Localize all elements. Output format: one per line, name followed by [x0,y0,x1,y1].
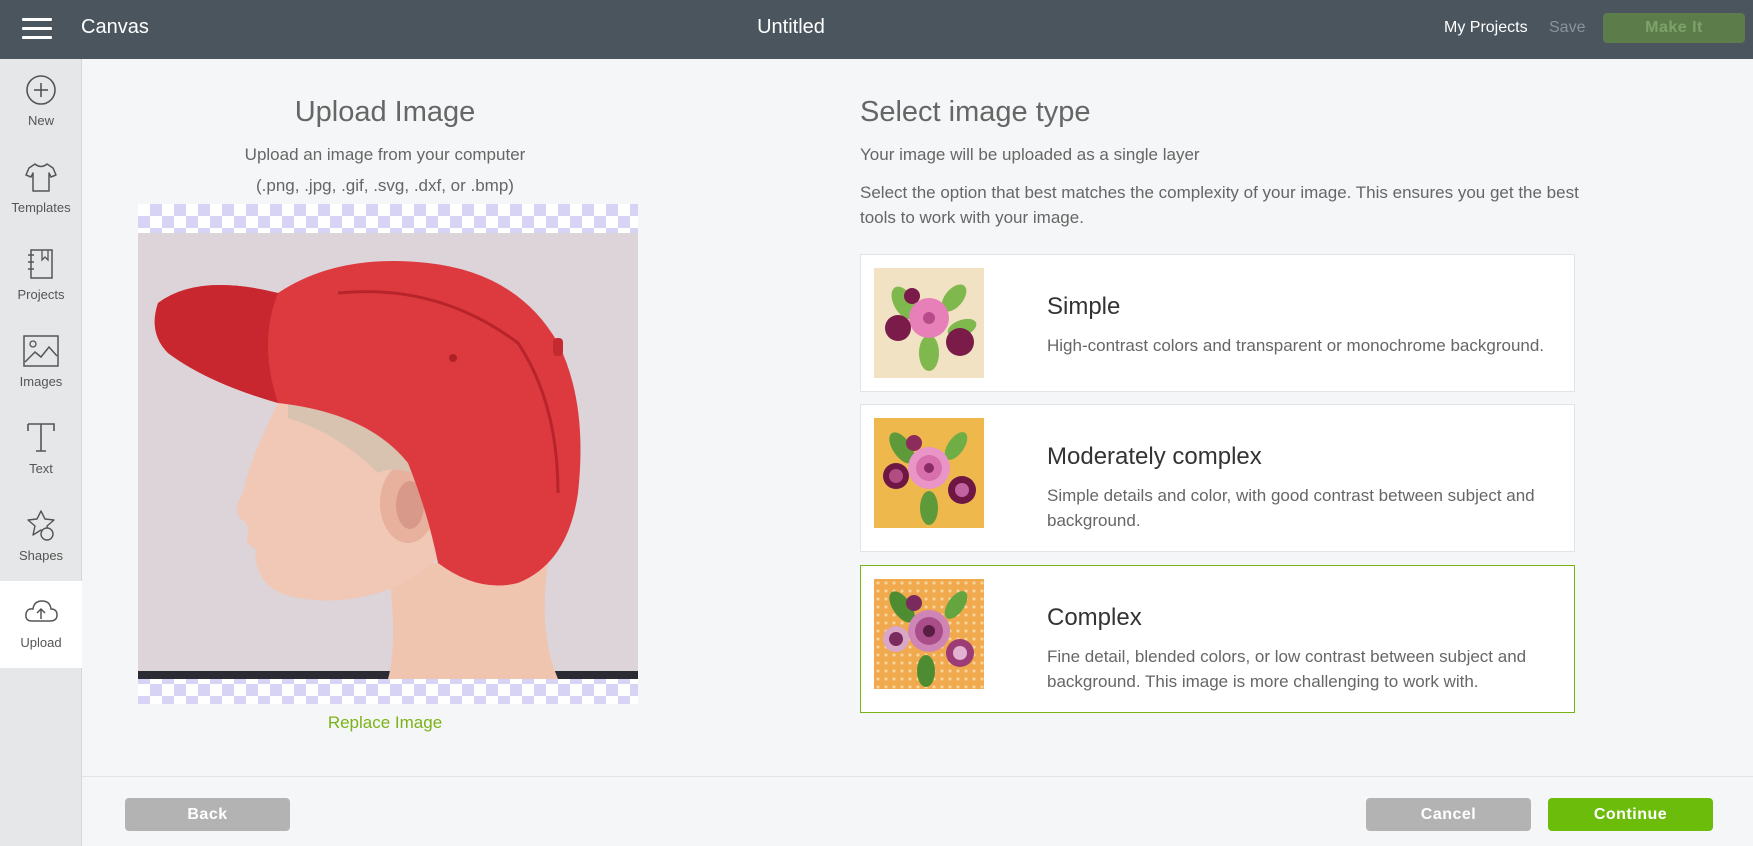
option-moderately-complex-name: Moderately complex [1047,443,1262,470]
notebook-icon [28,249,53,279]
plus-circle-icon [26,75,56,105]
upload-subtitle: Upload an image from your computer [244,145,526,164]
single-layer-note: Your image will be uploaded as a single … [860,145,1200,164]
moderate-flower-thumbnail [874,418,984,528]
option-moderately-complex-detail: Simple details and color, with good cont… [1047,486,1535,530]
sidebar-item-label: Images [19,374,63,389]
option-simple-name: Simple [1047,293,1121,320]
uploaded-photo [138,233,638,679]
option-complex-detail: Fine detail, blended colors, or low cont… [1047,647,1527,691]
complexity-description: Select the option that best matches the … [860,183,1579,227]
upload-title: Upload Image [294,96,476,128]
sidebar-item-label: Shapes [18,548,64,563]
select-image-type-title: Select image type [860,96,1091,128]
sidebar-item-label: Text [29,461,53,476]
tshirt-icon [25,163,57,192]
image-preview [138,204,638,704]
sidebar-item-shapes[interactable]: Shapes [0,494,82,581]
sidebar-item-new[interactable]: New [0,59,82,146]
sidebar-item-images[interactable]: Images [0,320,82,407]
sidebar-item-projects[interactable]: Projects [0,233,82,320]
text-icon [27,423,55,452]
option-simple-detail: High-contrast colors and transparent or … [1047,336,1545,355]
sidebar: New Templates Projects Images Text Shape… [0,59,82,846]
cancel-button[interactable]: Cancel [1366,798,1531,831]
sidebar-item-label: Projects [17,287,65,302]
document-title[interactable]: Untitled [0,16,1582,39]
sidebar-item-label: Templates [11,200,71,215]
sidebar-item-text[interactable]: Text [0,407,82,494]
footer-divider [82,776,1753,777]
replace-image-link[interactable]: Replace Image [82,713,688,733]
save-button[interactable]: Save [1549,19,1585,37]
top-bar: Canvas Untitled My Projects Save Make It [0,0,1753,59]
complex-flower-thumbnail [874,579,984,689]
option-simple[interactable]: Simple High-contrast colors and transpar… [860,254,1575,392]
cloud-upload-icon [25,600,58,622]
image-icon [23,335,59,367]
option-moderately-complex[interactable]: Moderately complex Simple details and co… [860,404,1575,552]
shapes-icon [27,510,55,541]
sidebar-item-upload[interactable]: Upload [0,581,82,668]
sidebar-item-label: Upload [20,635,62,650]
option-complex-name: Complex [1047,604,1142,631]
continue-button[interactable]: Continue [1548,798,1713,831]
back-button[interactable]: Back [125,798,290,831]
option-complex[interactable]: Complex Fine detail, blended colors, or … [860,565,1575,713]
simple-flower-thumbnail [874,268,984,378]
upload-formats: (.png, .jpg, .gif, .svg, .dxf, or .bmp) [256,176,514,195]
sidebar-item-templates[interactable]: Templates [0,146,82,233]
my-projects-link[interactable]: My Projects [1444,19,1528,37]
sidebar-item-label: New [27,113,54,128]
make-it-button[interactable]: Make It [1603,13,1745,43]
